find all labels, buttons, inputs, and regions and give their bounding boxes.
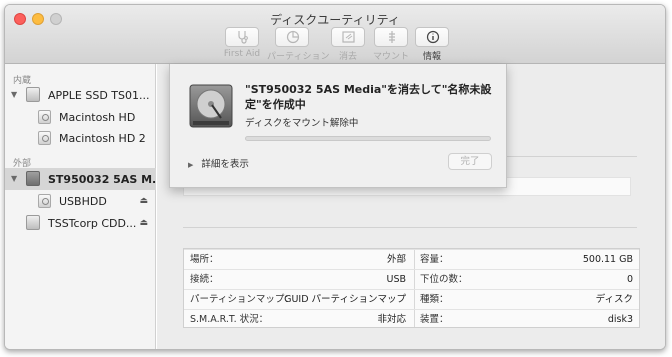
mount-icon (389, 31, 395, 43)
eraser-icon (342, 31, 355, 43)
stethoscope-icon (238, 31, 248, 44)
hard-drive-icon (189, 84, 233, 128)
sidebar-item-macintosh-hd-2[interactable]: Macintosh HD 2 (5, 127, 156, 149)
disk-utility-window: ディスクユーティリティ First Aid パーティション 消去 マウント 情報… (4, 4, 666, 350)
progress-bar (245, 136, 491, 141)
info-row: 接続： USB 下位の数： 0 (184, 269, 639, 289)
partition-button[interactable]: パーティション (267, 27, 329, 62)
done-button[interactable]: 完了 (448, 153, 492, 170)
sheet-title: "ST950032 5AS Media"を消去して"名称未設定"を作成中 (245, 83, 492, 111)
window-title: ディスクユーティリティ (270, 13, 400, 27)
status-text: ディスクをマウント解除中 (245, 118, 359, 129)
first-aid-button[interactable]: First Aid (217, 27, 267, 59)
info-icon (426, 30, 440, 44)
divider (183, 227, 637, 228)
disclosure-triangle-icon[interactable]: ▼ (11, 90, 17, 99)
titlebar: ディスクユーティリティ First Aid パーティション 消去 マウント 情報 (5, 5, 665, 64)
sidebar-item-st950032[interactable]: ▼ ST950032 5AS M... (5, 168, 165, 190)
volume-icon (38, 194, 51, 208)
volume-icon (38, 131, 51, 145)
info-row: 場所： 外部 容量： 500.11 GB (184, 249, 639, 269)
sidebar-item-apple-ssd[interactable]: ▼ APPLE SSD TS01... (5, 84, 156, 106)
info-row: S.M.A.R.T. 状況： 非対応 装置： disk3 (184, 309, 639, 329)
pie-chart-icon (286, 30, 300, 44)
sidebar-item-usbhdd[interactable]: USBHDD ⏏ (5, 190, 156, 212)
eject-icon[interactable]: ⏏ (139, 196, 148, 206)
erase-progress-sheet: "ST950032 5AS Media"を消去して"名称未設定"を作成中 ディス… (169, 64, 507, 188)
sidebar-item-macintosh-hd[interactable]: Macintosh HD (5, 106, 156, 128)
disk-icon (26, 171, 40, 186)
show-details-toggle[interactable]: ▶ 詳細を表示 (188, 156, 249, 170)
sidebar: 内蔵 ▼ APPLE SSD TS01... Macintosh HD Maci… (5, 64, 165, 349)
eject-icon[interactable]: ⏏ (139, 218, 148, 228)
disk-icon (26, 87, 40, 102)
sidebar-item-tsstcorp[interactable]: TSSTcorp CDD... ⏏ (5, 212, 156, 234)
info-table: 場所： 外部 容量： 500.11 GB 接続： USB 下位の数： 0 パーテ… (183, 248, 640, 328)
info-row: パーティションマップ： GUID パーティションマップ 種類： ディスク (184, 289, 639, 309)
optical-drive-icon (26, 215, 40, 230)
disclosure-triangle-icon[interactable]: ▼ (11, 174, 17, 183)
disclosure-triangle-icon: ▶ (188, 161, 194, 169)
info-button[interactable]: 情報 (407, 27, 457, 62)
volume-icon (38, 110, 51, 124)
